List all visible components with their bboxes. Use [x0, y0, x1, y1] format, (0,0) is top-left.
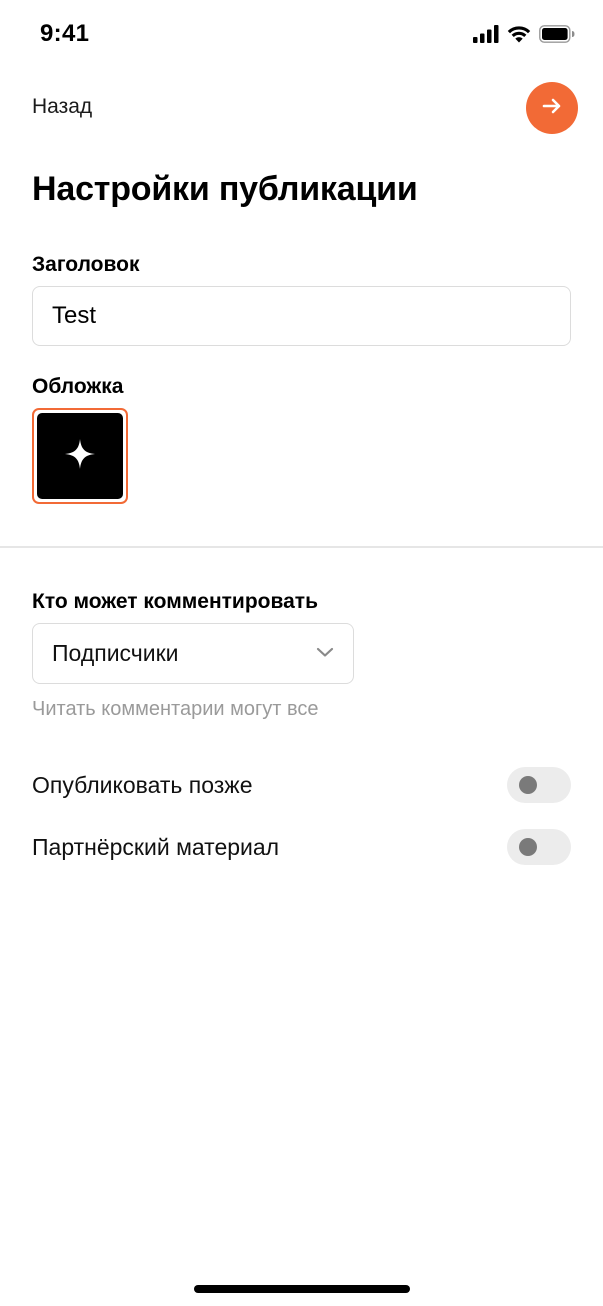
page-title: Настройки публикации	[32, 170, 418, 208]
title-input[interactable]	[32, 286, 571, 346]
next-button[interactable]	[526, 82, 578, 134]
cover-field-label: Обложка	[32, 375, 124, 398]
wifi-icon	[507, 25, 531, 48]
status-time: 9:41	[40, 20, 90, 47]
battery-icon	[539, 25, 575, 48]
back-link[interactable]: Назад	[32, 95, 92, 119]
arrow-right-icon	[540, 94, 564, 123]
partner-material-toggle[interactable]	[507, 829, 571, 865]
home-indicator	[194, 1285, 410, 1293]
comments-select-value: Подписчики	[52, 640, 179, 666]
publish-later-label: Опубликовать позже	[32, 771, 253, 798]
status-bar: 9:41	[0, 0, 603, 70]
section-divider	[0, 546, 603, 548]
cover-image	[37, 413, 123, 499]
status-icons	[473, 25, 575, 48]
sparkle-icon	[64, 438, 96, 475]
partner-material-row: Партнёрский материал	[32, 827, 571, 867]
toggle-knob	[519, 776, 537, 794]
comments-hint: Читать комментарии могут все	[32, 698, 319, 720]
comments-select[interactable]: Подписчики	[32, 623, 354, 684]
signal-icon	[473, 25, 499, 48]
title-field-label: Заголовок	[32, 253, 140, 276]
comments-field-label: Кто может комментировать	[32, 590, 319, 613]
publish-later-toggle[interactable]	[507, 767, 571, 803]
toggle-knob	[519, 838, 537, 856]
chevron-down-icon	[316, 645, 334, 663]
publish-later-row: Опубликовать позже	[32, 765, 571, 805]
partner-material-label: Партнёрский материал	[32, 833, 280, 860]
cover-thumbnail[interactable]	[32, 408, 128, 504]
